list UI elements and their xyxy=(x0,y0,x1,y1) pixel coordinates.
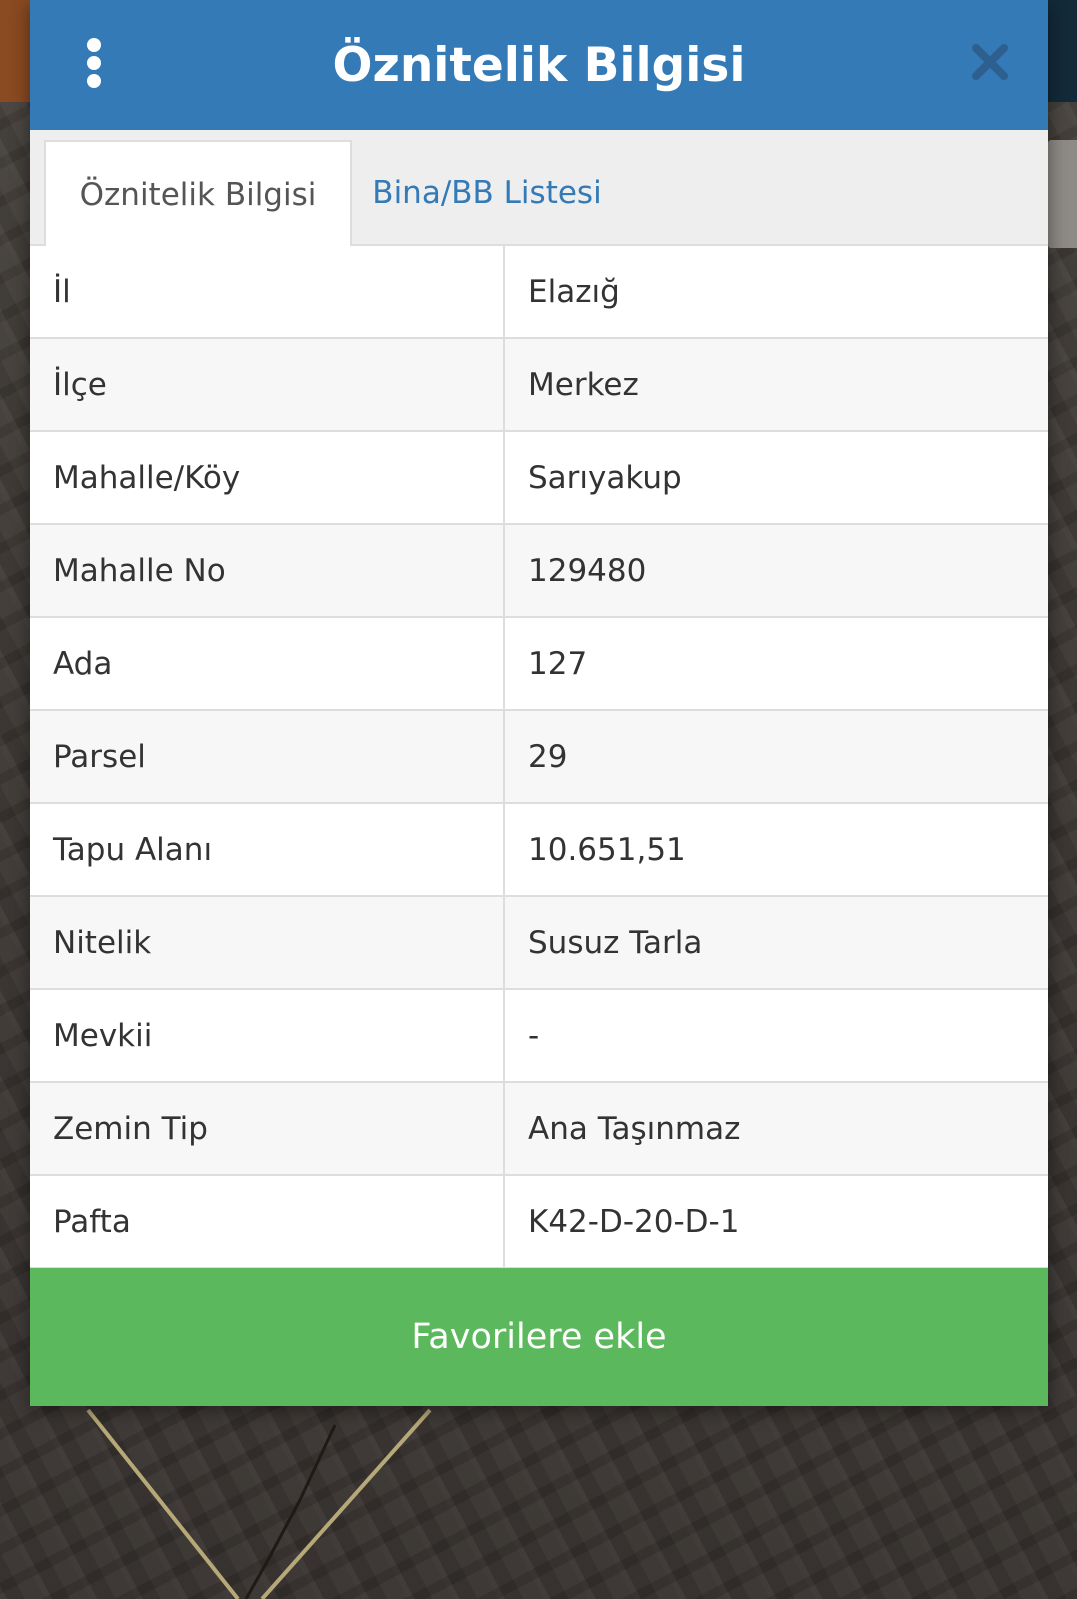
attribute-label: Nitelik xyxy=(30,897,505,988)
attribute-label: Mahalle/Köy xyxy=(30,432,505,523)
dialog-header: Öznitelik Bilgisi xyxy=(30,0,1048,130)
attribute-value: 29 xyxy=(528,738,568,775)
attribute-value: Merkez xyxy=(528,366,639,403)
attribute-label: Tapu Alanı xyxy=(30,804,505,895)
table-row: Mahalle/Köy Sarıyakup xyxy=(30,432,1048,525)
table-row: Nitelik Susuz Tarla xyxy=(30,897,1048,990)
attribute-value: Elazığ xyxy=(528,273,620,310)
table-row: Mahalle No 129480 xyxy=(30,525,1048,618)
attribute-value: 127 xyxy=(528,645,588,682)
attribute-value: Sarıyakup xyxy=(528,459,682,496)
attribute-label: İlçe xyxy=(30,339,505,430)
attribute-label: Mevkii xyxy=(30,990,505,1081)
add-to-favorites-button[interactable]: Favorilere ekle xyxy=(30,1268,1048,1406)
table-row: Tapu Alanı 10.651,51 xyxy=(30,804,1048,897)
table-row: Ada 127 xyxy=(30,618,1048,711)
attribute-value: - xyxy=(528,1017,540,1054)
attribute-label: İl xyxy=(30,246,505,337)
attribute-label: Zemin Tip xyxy=(30,1083,505,1174)
close-icon[interactable] xyxy=(970,42,1010,82)
table-row: Mevkii - xyxy=(30,990,1048,1083)
menu-dot xyxy=(87,38,101,52)
attribute-label: Pafta xyxy=(30,1176,505,1267)
attribute-value: Ana Taşınmaz xyxy=(528,1110,741,1147)
attribute-value: 10.651,51 xyxy=(528,831,686,868)
attribute-value: Susuz Tarla xyxy=(528,924,703,961)
tab-building-list[interactable]: Bina/BB Listesi xyxy=(352,140,622,246)
menu-dot xyxy=(87,56,101,70)
table-row: Parsel 29 xyxy=(30,711,1048,804)
dialog-title: Öznitelik Bilgisi xyxy=(332,37,746,93)
attribute-label: Parsel xyxy=(30,711,505,802)
attribute-table: İl Elazığ İlçe Merkez Mahalle/Köy Sarıya… xyxy=(30,246,1048,1269)
table-row: İlçe Merkez xyxy=(30,339,1048,432)
attribute-value: K42-D-20-D-1 xyxy=(528,1203,740,1240)
table-row: İl Elazığ xyxy=(30,246,1048,339)
attribute-label: Ada xyxy=(30,618,505,709)
attribute-label: Mahalle No xyxy=(30,525,505,616)
attribute-value: 129480 xyxy=(528,552,647,589)
attribute-dialog: Öznitelik Bilgisi Öznitelik Bilgisi Bina… xyxy=(30,0,1048,1406)
table-row: Zemin Tip Ana Taşınmaz xyxy=(30,1083,1048,1176)
menu-dot xyxy=(87,74,101,88)
tab-bar: Öznitelik Bilgisi Bina/BB Listesi xyxy=(30,130,1048,248)
tab-attribute-info[interactable]: Öznitelik Bilgisi xyxy=(44,140,352,248)
table-row: Pafta K42-D-20-D-1 xyxy=(30,1176,1048,1269)
kebab-menu-icon[interactable] xyxy=(76,38,112,88)
